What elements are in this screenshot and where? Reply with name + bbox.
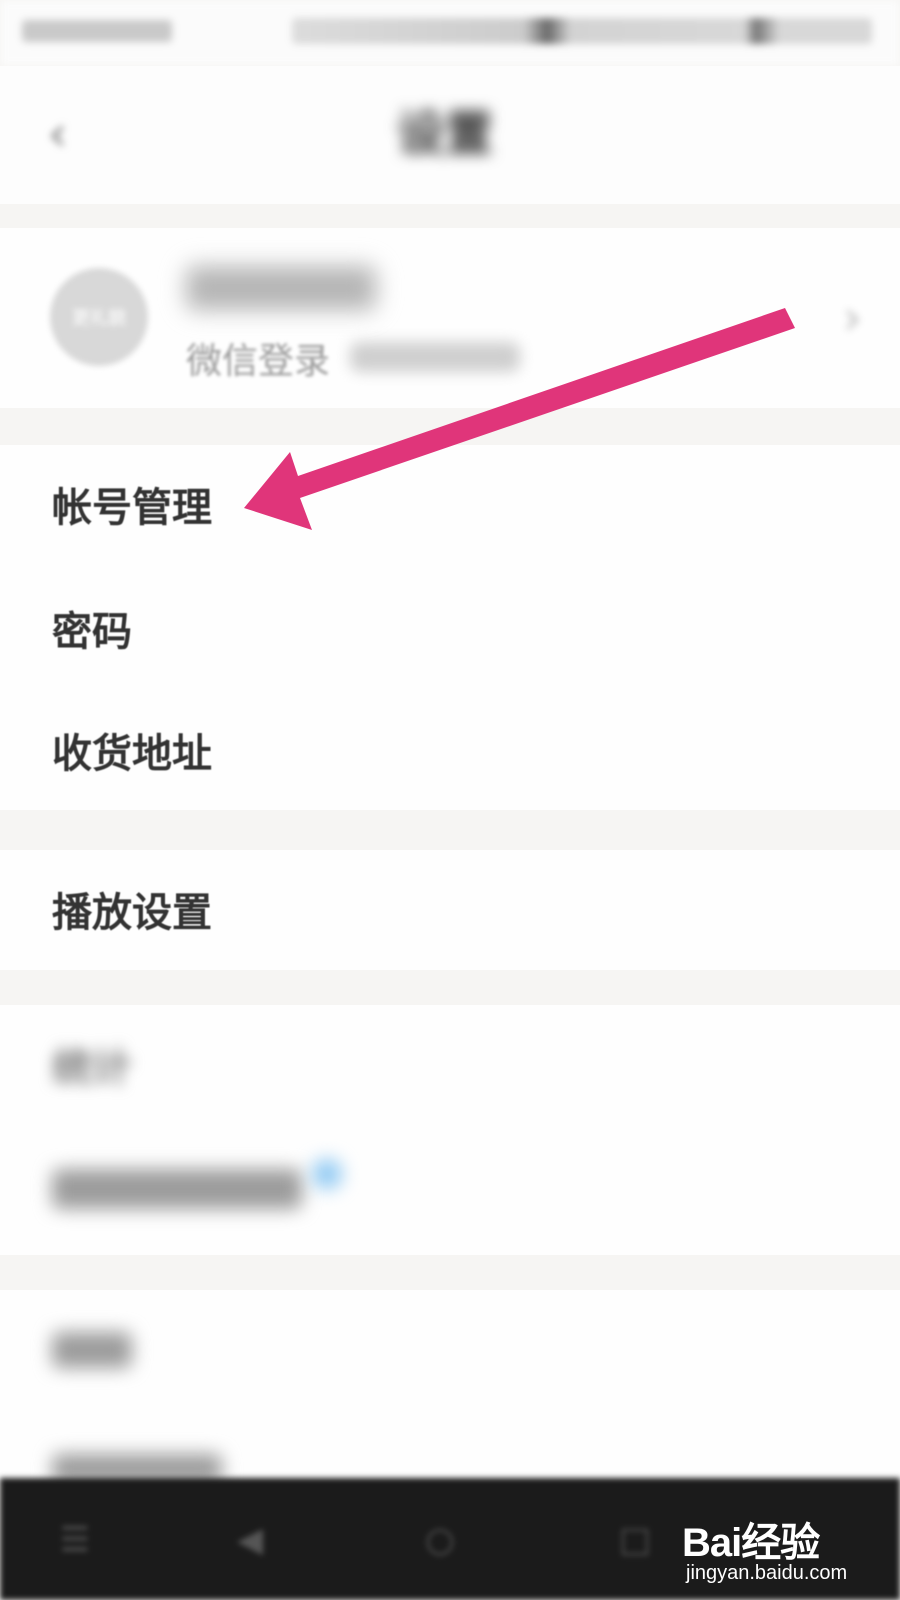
page-title: 设置 — [396, 106, 493, 162]
menu-item-shipping-address[interactable]: 收货地址 — [0, 691, 900, 811]
stats-group: 统计 — [0, 1005, 900, 1255]
user-name — [186, 266, 376, 310]
menu-item-blurred[interactable] — [0, 1290, 900, 1410]
menu-item-label: 播放设置 — [52, 890, 212, 936]
menu-item-label: 帐号管理 — [52, 485, 212, 531]
misc-group — [0, 1290, 900, 1484]
watermark-url: jingyan.baidu.com — [686, 1562, 848, 1584]
top-nav-bar: ‹ 设置 — [0, 66, 900, 204]
status-bar — [0, 0, 900, 66]
carrier-text — [22, 20, 172, 42]
menu-item-account-management[interactable]: 帐号管理 — [0, 445, 900, 565]
back-icon[interactable]: ◀ — [230, 1520, 270, 1560]
chevron-right-icon: › — [842, 290, 862, 346]
menu-icon[interactable]: ☰ — [55, 1520, 95, 1560]
playback-settings-group: 播放设置 — [0, 850, 900, 970]
chevron-left-icon[interactable]: ‹ — [48, 106, 92, 162]
login-method: 微信登录 — [186, 341, 331, 382]
home-icon[interactable]: ○ — [420, 1520, 460, 1560]
watermark-logo: Bai经验 — [682, 1521, 820, 1565]
recents-icon[interactable]: □ — [615, 1520, 655, 1560]
menu-item-playback-settings[interactable]: 播放设置 — [0, 850, 900, 970]
avatar-text: 更礼貌 — [72, 308, 126, 329]
menu-item-label: 收货地址 — [52, 731, 212, 777]
avatar[interactable]: 更礼貌 — [50, 268, 148, 366]
menu-item-label: 统计 — [52, 1045, 132, 1091]
menu-item-stats[interactable]: 统计 — [0, 1005, 900, 1125]
account-settings-group: 帐号管理 密码 收货地址 — [0, 445, 900, 810]
menu-item-password[interactable]: 密码 — [0, 569, 900, 689]
menu-item-blurred[interactable] — [0, 1129, 900, 1249]
login-account-redacted — [350, 342, 520, 372]
watermark: Bai经验 jingyan.baidu.com — [682, 1510, 882, 1590]
profile-card[interactable]: 更礼貌 微信登录 › — [0, 228, 900, 408]
status-icons — [292, 18, 872, 44]
menu-item-label: 密码 — [52, 609, 132, 655]
